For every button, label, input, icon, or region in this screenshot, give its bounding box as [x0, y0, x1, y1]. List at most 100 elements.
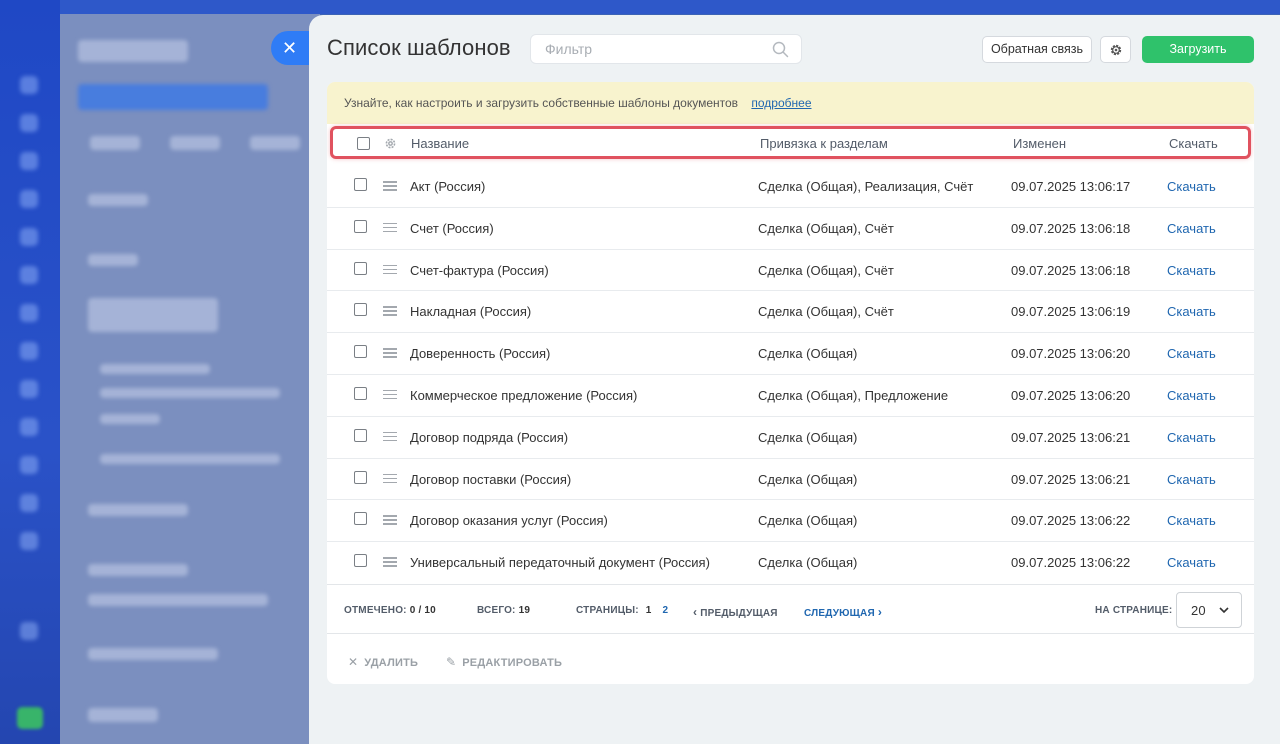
per-page-select[interactable]: 20 — [1176, 592, 1242, 628]
row-download-link[interactable]: Скачать — [1167, 263, 1216, 278]
row-checkbox[interactable] — [354, 554, 367, 568]
row-download-link[interactable]: Скачать — [1167, 346, 1216, 361]
table-row[interactable]: Акт (Россия) Сделка (Общая), Реализация,… — [327, 166, 1254, 208]
row-download-link[interactable]: Скачать — [1167, 472, 1216, 487]
row-download-link[interactable]: Скачать — [1167, 221, 1216, 236]
row-download-link[interactable]: Скачать — [1167, 555, 1216, 570]
background-menu-icon — [20, 228, 38, 246]
table-row[interactable]: Счет-фактура (Россия) Сделка (Общая), Сч… — [327, 250, 1254, 292]
search-icon[interactable] — [772, 41, 789, 58]
row-checkbox[interactable] — [354, 428, 367, 442]
row-name[interactable]: Накладная (Россия) — [410, 304, 531, 319]
background-text — [88, 504, 188, 516]
drag-handle-icon[interactable] — [383, 181, 397, 191]
column-header-name[interactable]: Название — [411, 136, 469, 151]
table-row[interactable]: Договор подряда (Россия) Сделка (Общая) … — [327, 417, 1254, 459]
templates-card: Узнайте, как настроить и загрузить собст… — [327, 82, 1254, 684]
row-download-link[interactable]: Скачать — [1167, 388, 1216, 403]
prev-page-button[interactable]: ‹ ПРЕДЫДУЩАЯ — [693, 605, 778, 619]
table-row[interactable]: Договор оказания услуг (Россия) Сделка (… — [327, 500, 1254, 543]
row-download-link[interactable]: Скачать — [1167, 304, 1216, 319]
row-name[interactable]: Договор оказания услуг (Россия) — [410, 513, 608, 528]
row-checkbox[interactable] — [354, 219, 367, 233]
edit-label: РЕДАКТИРОВАТЬ — [462, 657, 563, 669]
table-row[interactable]: Коммерческое предложение (Россия) Сделка… — [327, 375, 1254, 417]
drag-handle-icon[interactable] — [383, 473, 397, 484]
background-menu-icon — [20, 114, 38, 132]
row-modified: 09.07.2025 13:06:20 — [1011, 387, 1131, 403]
drag-handle-icon[interactable] — [383, 306, 397, 316]
upload-button[interactable]: Загрузить — [1142, 36, 1254, 63]
drag-handle-icon[interactable] — [383, 431, 397, 442]
row-sections: Сделка (Общая), Предложение — [758, 387, 949, 403]
drag-handle-icon[interactable] — [383, 348, 397, 358]
edit-button[interactable]: ✎ РЕДАКТИРОВАТЬ — [446, 655, 562, 669]
row-sections: Сделка (Общая) — [758, 555, 858, 571]
background-menu-icon — [20, 266, 38, 284]
background-menu-icon — [20, 494, 38, 512]
table-row[interactable]: Договор поставки (Россия) Сделка (Общая)… — [327, 459, 1254, 501]
row-name[interactable]: Доверенность (Россия) — [410, 346, 550, 361]
pencil-icon: ✎ — [446, 655, 457, 669]
row-modified: 09.07.2025 13:06:18 — [1011, 220, 1131, 236]
delete-label: УДАЛИТЬ — [364, 657, 419, 669]
table-row[interactable]: Счет (Россия) Сделка (Общая), Счёт 09.07… — [327, 208, 1254, 250]
next-page-label: СЛЕДУЮЩАЯ — [804, 608, 875, 619]
delete-button[interactable]: ✕ УДАЛИТЬ — [348, 655, 418, 669]
page-1[interactable]: 1 — [646, 605, 652, 616]
column-header-sections[interactable]: Привязка к разделам — [760, 136, 888, 151]
row-sections: Сделка (Общая), Реализация, Счёт — [758, 179, 974, 194]
background-text — [88, 708, 158, 722]
total-count: ВСЕГО: 19 — [477, 605, 530, 616]
row-download-link[interactable]: Скачать — [1167, 513, 1216, 528]
filter-input[interactable] — [531, 35, 761, 63]
table-row[interactable]: Доверенность (Россия) Сделка (Общая) 09.… — [327, 333, 1254, 375]
next-page-button[interactable]: СЛЕДУЮЩАЯ › — [804, 605, 882, 619]
row-name[interactable]: Договор подряда (Россия) — [410, 430, 568, 445]
background-text — [88, 194, 148, 206]
row-download-link[interactable]: Скачать — [1167, 430, 1216, 445]
drag-handle-icon[interactable] — [383, 389, 397, 400]
select-all-checkbox[interactable] — [357, 137, 370, 150]
table-row[interactable]: Универсальный передаточный документ (Рос… — [327, 542, 1254, 584]
column-header-modified[interactable]: Изменен — [1013, 136, 1066, 151]
page-title: Список шаблонов — [327, 35, 511, 60]
feedback-button[interactable]: Обратная связь — [982, 36, 1092, 63]
row-checkbox[interactable] — [354, 178, 367, 191]
banner-more-link[interactable]: подробнее — [751, 96, 811, 110]
filter-box[interactable] — [530, 34, 802, 64]
total-label: ВСЕГО: — [477, 605, 516, 616]
row-name[interactable]: Коммерческое предложение (Россия) — [410, 388, 637, 403]
row-checkbox[interactable] — [354, 512, 367, 526]
row-name[interactable]: Договор поставки (Россия) — [410, 472, 571, 487]
drag-handle-icon[interactable] — [383, 222, 397, 233]
row-modified: 09.07.2025 13:06:22 — [1011, 555, 1131, 571]
table-row[interactable]: Накладная (Россия) Сделка (Общая), Счёт … — [327, 291, 1254, 334]
background-menu-icon — [20, 532, 38, 550]
row-name[interactable]: Универсальный передаточный документ (Рос… — [410, 555, 710, 570]
row-checkbox[interactable] — [354, 303, 367, 317]
row-download-link[interactable]: Скачать — [1167, 179, 1216, 194]
drag-handle-icon[interactable] — [383, 557, 397, 567]
row-checkbox[interactable] — [354, 261, 367, 275]
background-tab — [90, 136, 140, 150]
background-menu-icon — [20, 304, 38, 322]
row-checkbox[interactable] — [354, 386, 367, 400]
page-2-link[interactable]: 2 — [662, 605, 668, 616]
row-name[interactable]: Акт (Россия) — [410, 179, 485, 194]
cross-icon: ✕ — [348, 655, 359, 669]
row-name[interactable]: Счет (Россия) — [410, 221, 494, 236]
pagination-bar: ОТМЕЧЕНО: 0 / 10 ВСЕГО: 19 СТРАНИЦЫ: 1 2… — [327, 584, 1254, 634]
chevron-right-icon: › — [877, 605, 883, 619]
drag-handle-icon[interactable] — [383, 515, 397, 525]
column-header-download[interactable]: Скачать — [1169, 136, 1218, 151]
background-text — [100, 388, 280, 398]
row-sections: Сделка (Общая) — [758, 471, 858, 487]
background-menu-icon — [20, 380, 38, 398]
gear-icon[interactable] — [384, 137, 397, 150]
row-name[interactable]: Счет-фактура (Россия) — [410, 263, 549, 278]
settings-button[interactable] — [1100, 36, 1131, 63]
row-checkbox[interactable] — [354, 345, 367, 359]
row-checkbox[interactable] — [354, 470, 367, 484]
drag-handle-icon[interactable] — [383, 264, 397, 275]
